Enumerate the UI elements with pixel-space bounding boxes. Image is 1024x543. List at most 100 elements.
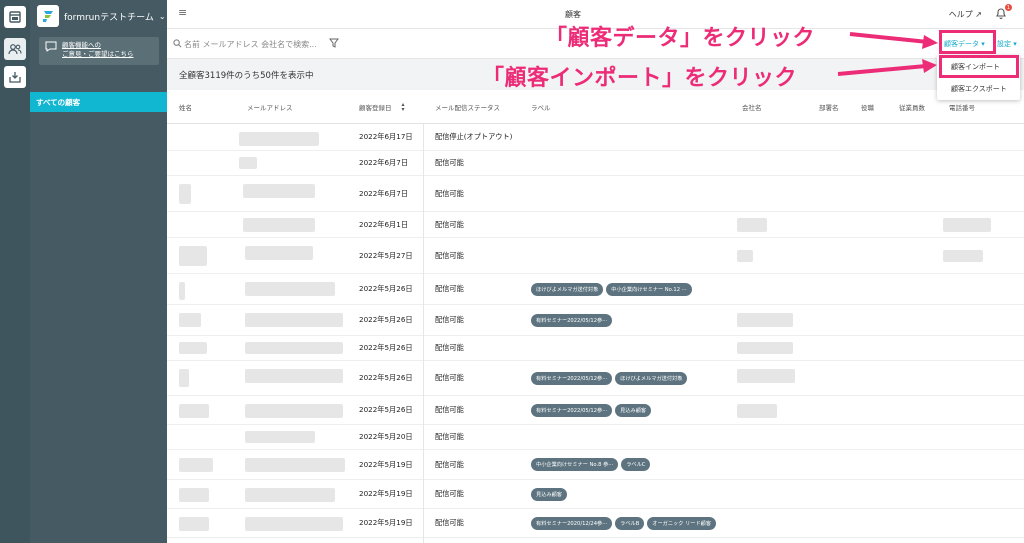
result-count: 全顧客3119件のうち50件を表示中 [179, 71, 314, 81]
company-redacted [737, 250, 753, 262]
filter-icon[interactable] [329, 38, 339, 48]
email-redacted [245, 458, 345, 472]
table-row[interactable]: 2022年6月7日 配信可能 [167, 151, 1024, 176]
column-header-position[interactable]: 役職 [861, 90, 874, 124]
label-tag[interactable]: 中小企業向けセミナー No.12 ··· [606, 282, 692, 296]
email-redacted [243, 218, 315, 232]
mail-status: 配信可能 [435, 250, 464, 260]
mail-status: 配信可能 [435, 284, 464, 293]
table-row[interactable]: 2022年5月27日 配信可能 [167, 238, 1024, 274]
inbox-icon[interactable] [4, 66, 26, 88]
column-divider [423, 124, 424, 543]
table-row[interactable]: 2022年5月26日 配信可能 有料セミナー2022/05/12参··· [167, 305, 1024, 336]
column-header-department[interactable]: 部署名 [819, 90, 839, 124]
settings-button[interactable]: 設定 ▾ [997, 39, 1017, 49]
column-header-registered[interactable]: 顧客登録日 ▴ ▾ [359, 90, 405, 124]
chevron-down-icon: ⌄ [158, 11, 166, 21]
table-row[interactable]: 2022年5月19日 配信可能 中小企業向けセミナー No.8 参··· ラベルC [167, 450, 1024, 480]
column-header-employees[interactable]: 従業員数 [899, 90, 925, 124]
table-row[interactable]: 2022年5月20日 配信可能 [167, 425, 1024, 450]
registered-date: 2022年5月27日 [359, 250, 413, 260]
export-customers-menu-item[interactable]: 顧客エクスポート [941, 79, 1017, 99]
users-icon-svg [8, 44, 22, 55]
email-redacted [245, 282, 335, 296]
label-tag[interactable]: 有料セミナー2022/05/12参··· [531, 371, 613, 385]
label-tag[interactable]: ほけびよメルマガ送付対象 [615, 371, 688, 385]
table-row[interactable]: 2022年6月1日 配信可能 [167, 212, 1024, 238]
phone-redacted [943, 250, 983, 262]
column-header-name[interactable]: 姓名 [179, 90, 192, 124]
column-header-company[interactable]: 会社名 [742, 90, 762, 124]
menu-icon[interactable]: ≡ [178, 6, 187, 19]
label-tags: 見込み顧客 [531, 480, 570, 508]
phone-redacted [943, 218, 991, 232]
label-tag[interactable]: オーガニック リード顧客 [647, 516, 717, 530]
table-row[interactable]: 2022年5月19日 配信可能 有料セミナー2020/12/24参··· ラベルB オー… [167, 509, 1024, 538]
table-row[interactable]: 2022年5月19日 配信可能 見込み顧客 [167, 480, 1024, 509]
icon-rail [0, 0, 30, 543]
label-tag[interactable]: 中小企業向けセミナー No.8 参··· [531, 458, 619, 471]
label-tags: 有料セミナー2020/12/24参··· ラベルB オーガニック リード顧客 [531, 509, 719, 537]
column-header-label[interactable]: ラベル [531, 90, 551, 124]
label-tags: 有料セミナー2022/05/12参··· [531, 305, 615, 335]
search-icon [173, 39, 182, 48]
name-redacted [179, 282, 185, 300]
registered-date: 2022年5月26日 [359, 373, 413, 382]
column-header-email[interactable]: メールアドレス [247, 90, 293, 124]
table-row[interactable]: 2022年5月26日 配信可能 有料セミナー2022/05/12参··· 見込み顧客 [167, 396, 1024, 425]
label-tags: 有料セミナー2022/05/12参··· ほけびよメルマガ送付対象 [531, 361, 690, 395]
help-link[interactable]: ヘルプ ↗ [949, 9, 982, 20]
mail-status: 配信可能 [435, 219, 464, 229]
feedback-line-1: 顧客機能への [62, 41, 101, 49]
label-tag[interactable]: ほけびよメルマガ送付対象 [531, 282, 604, 296]
email-redacted [245, 369, 343, 383]
label-tags: 中小企業向けセミナー No.8 参··· ラベルC [531, 450, 653, 479]
team-name: formrunテストチーム [64, 12, 154, 23]
email-redacted [243, 184, 315, 198]
name-redacted [179, 488, 209, 502]
label-tag[interactable]: 見込み顧客 [615, 403, 652, 417]
label-tag[interactable]: ラベルB [615, 516, 645, 530]
company-redacted [737, 218, 767, 232]
mail-status: 配信可能 [435, 188, 464, 198]
email-redacted [239, 132, 319, 146]
email-redacted [245, 431, 315, 443]
search-input[interactable] [184, 36, 334, 52]
table-row[interactable]: 2022年6月17日 配信停止(オプトアウト) [167, 124, 1024, 151]
inbox-icon-svg [9, 72, 21, 83]
email-redacted [245, 488, 335, 502]
column-header-mail-status[interactable]: メール配信ステータス [435, 90, 500, 124]
mail-status: 配信停止(オプトアウト) [435, 132, 513, 141]
name-redacted [179, 369, 189, 387]
mail-status: 配信可能 [435, 158, 464, 167]
feedback-text: 顧客機能への ご意見・ご要望はこちら [62, 41, 134, 59]
label-tag[interactable]: ラベルC [621, 458, 651, 471]
registered-date: 2022年5月26日 [359, 343, 413, 352]
name-redacted [179, 517, 209, 531]
table-row[interactable]: 2022年5月26日 配信可能 有料セミナー2022/05/12参··· ほけびよメル… [167, 361, 1024, 396]
name-redacted [179, 342, 207, 354]
label-tag[interactable]: 有料セミナー2022/05/12参··· [531, 403, 613, 417]
table-row[interactable]: 2022年5月26日 配信可能 [167, 336, 1024, 361]
help-label: ヘルプ [948, 10, 973, 19]
customers-icon[interactable] [4, 38, 26, 60]
label-tag[interactable]: 有料セミナー2020/12/24参··· [531, 516, 613, 530]
table-row[interactable]: 2022年5月26日 配信可能 ほけびよメルマガ送付対象 中小企業向けセミナー No.… [167, 274, 1024, 305]
label-tag[interactable]: 見込み顧客 [531, 487, 567, 501]
mail-status: 配信可能 [435, 518, 464, 527]
email-redacted [245, 342, 343, 354]
table-row[interactable]: 2022年6月7日 配信可能 [167, 176, 1024, 212]
registered-date: 2022年5月20日 [359, 432, 413, 441]
form-icon[interactable] [4, 6, 26, 28]
mail-status: 配信可能 [435, 343, 464, 352]
team-switcher[interactable]: formrunテストチーム ⌄ [37, 4, 166, 28]
name-redacted [179, 404, 209, 418]
mail-status: 配信可能 [435, 315, 464, 324]
company-redacted [737, 369, 795, 383]
annotation-click-import: 「顧客インポート」をクリック [482, 66, 798, 91]
feedback-link[interactable]: 顧客機能への ご意見・ご要望はこちら [39, 37, 159, 65]
label-tag[interactable]: 有料セミナー2022/05/12参··· [531, 313, 613, 327]
registered-date: 2022年6月7日 [359, 158, 409, 167]
mail-status: 配信可能 [435, 373, 464, 382]
sidebar-item-all-customers[interactable]: すべての顧客 [30, 92, 167, 112]
